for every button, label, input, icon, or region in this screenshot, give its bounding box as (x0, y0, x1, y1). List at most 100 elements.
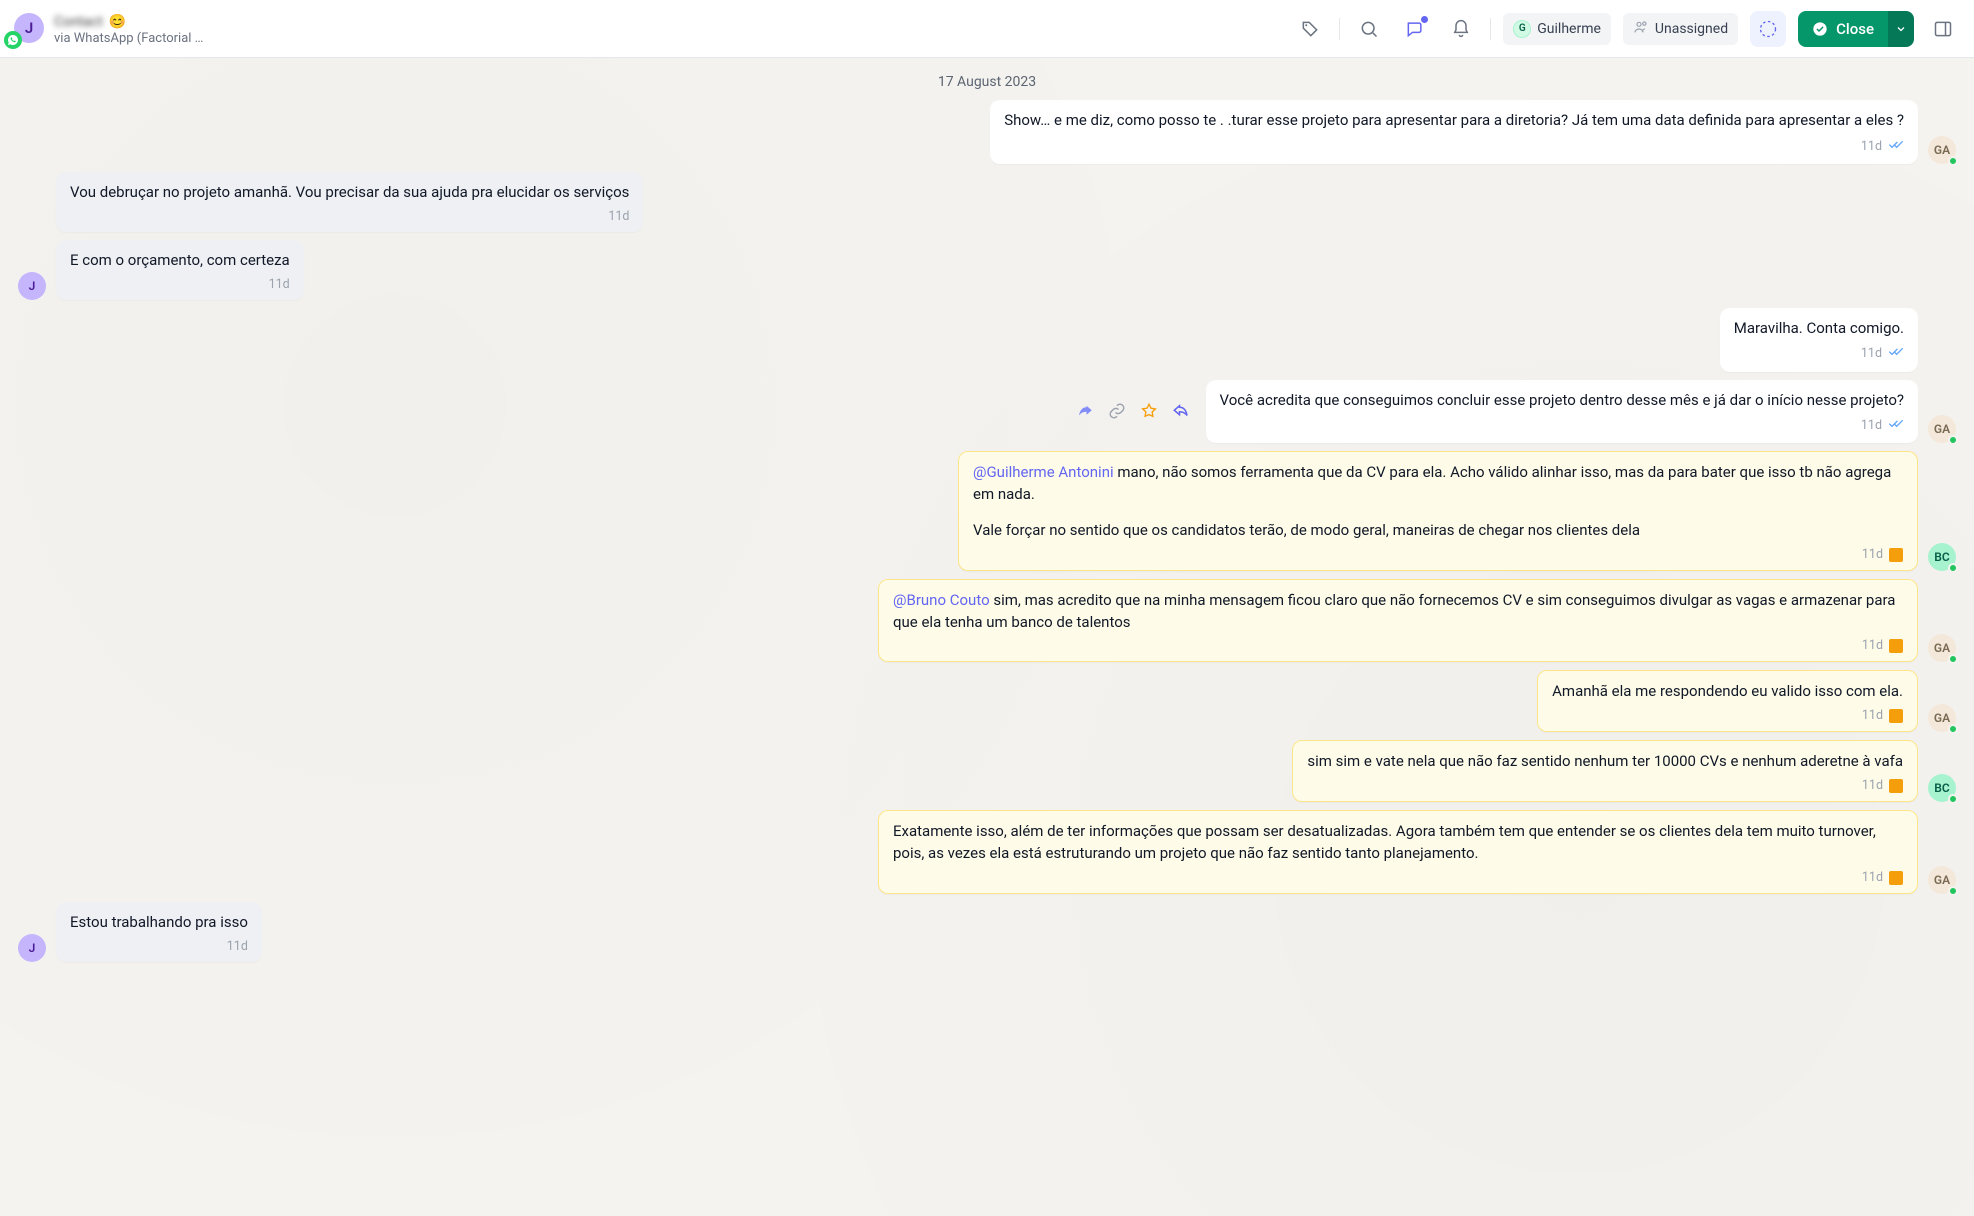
message-text: E com o orçamento, com certeza (70, 251, 290, 269)
message-row: J Estou trabalhando pra isso 11d (18, 902, 1956, 962)
tag-icon[interactable] (1293, 12, 1327, 46)
toggle-sidebar-icon[interactable] (1926, 12, 1960, 46)
reply-icon[interactable] (1172, 402, 1190, 420)
message-time: 11d (269, 276, 290, 294)
presence-dot (1948, 156, 1958, 166)
message-bubble-note[interactable]: Amanhã ela me respondendo eu valido isso… (1537, 670, 1918, 732)
team-name: Unassigned (1655, 21, 1728, 37)
copy-link-icon[interactable] (1108, 402, 1126, 420)
note-icon (1889, 871, 1903, 885)
contact-avatar-initial: J (25, 19, 33, 37)
sender-avatar[interactable]: GA (1928, 634, 1956, 662)
message-time: 11d (1861, 138, 1882, 156)
note-icon (1889, 639, 1903, 653)
forward-icon[interactable] (1076, 402, 1094, 420)
ai-assist-button[interactable] (1750, 11, 1786, 47)
mention[interactable]: @Bruno Couto (893, 591, 990, 609)
contact-avatar[interactable]: J (14, 13, 44, 43)
message-bubble-incoming[interactable]: Vou debruçar no projeto amanhã. Vou prec… (56, 172, 643, 232)
sender-avatar[interactable]: GA (1928, 136, 1956, 164)
message-row: @Bruno Couto sim, mas acredito que na mi… (18, 579, 1956, 663)
message-time: 11d (1862, 637, 1883, 655)
message-text: Vale forçar no sentido que os candidatos… (973, 520, 1903, 542)
sender-avatar[interactable]: GA (1928, 415, 1956, 443)
contact-emoji: 😊 (109, 14, 126, 30)
message-time: 11d (1862, 777, 1883, 795)
message-bubble-outgoing[interactable]: Maravilha. Conta comigo. 11d (1720, 308, 1918, 372)
presence-dot (1948, 563, 1958, 573)
search-icon[interactable] (1352, 12, 1386, 46)
conversation-header: J Contact 😊 via WhatsApp (Factorial … (0, 0, 1974, 58)
sender-avatar[interactable]: BC (1928, 543, 1956, 571)
message-bubble-outgoing[interactable]: Show… e me diz, como posso te . .turar e… (990, 100, 1918, 164)
message-time: 11d (1861, 345, 1882, 363)
message-row: Vou debruçar no projeto amanhã. Vou prec… (18, 172, 1956, 232)
message-bubble-note[interactable]: @Bruno Couto sim, mas acredito que na mi… (878, 579, 1918, 663)
message-text: Show… e me diz, como posso te . .turar e… (1004, 111, 1904, 129)
date-separator: 17 August 2023 (18, 74, 1956, 90)
message-text: Vou debruçar no projeto amanhã. Vou prec… (70, 183, 629, 201)
message-bubble-note[interactable]: @Guilherme Antonini mano, não somos ferr… (958, 451, 1918, 570)
read-receipt-icon (1888, 415, 1904, 437)
sender-avatar[interactable]: GA (1928, 704, 1956, 732)
message-bubble-incoming[interactable]: Estou trabalhando pra isso 11d (56, 902, 262, 962)
note-icon (1889, 709, 1903, 723)
message-text: Maravilha. Conta comigo. (1734, 319, 1904, 337)
header-right: G Guilherme Unassigned Close (1293, 11, 1960, 47)
snooze-icon[interactable] (1444, 12, 1478, 46)
message-bubble-outgoing[interactable]: Você acredita que conseguimos concluir e… (1206, 380, 1918, 444)
divider (1339, 18, 1340, 40)
contact-meta: Contact 😊 via WhatsApp (Factorial … (54, 11, 203, 46)
message-text: Estou trabalhando pra isso (70, 913, 248, 931)
message-row: @Guilherme Antonini mano, não somos ferr… (18, 451, 1956, 570)
assignee-pill[interactable]: G Guilherme (1503, 13, 1611, 45)
message-bubble-note[interactable]: sim sim e vate nela que não faz sentido … (1292, 740, 1918, 802)
sender-avatar[interactable]: J (18, 934, 46, 962)
assignee-name: Guilherme (1537, 21, 1601, 37)
message-text: sim sim e vate nela que não faz sentido … (1307, 752, 1903, 770)
presence-dot (1948, 654, 1958, 664)
check-circle-icon (1812, 21, 1828, 37)
message-bubble-incoming[interactable]: E com o orçamento, com certeza 11d (56, 240, 304, 300)
sender-avatar[interactable]: J (18, 272, 46, 300)
sender-avatar[interactable]: GA (1928, 866, 1956, 894)
header-left: J Contact 😊 via WhatsApp (Factorial … (14, 11, 203, 46)
assignee-avatar: G (1513, 20, 1531, 38)
message-row: J E com o orçamento, com certeza 11d (18, 240, 1956, 300)
read-receipt-icon (1888, 343, 1904, 365)
team-pill[interactable]: Unassigned (1623, 13, 1738, 45)
close-button-label: Close (1836, 20, 1874, 38)
message-row: sim sim e vate nela que não faz sentido … (18, 740, 1956, 802)
message-time: 11d (1862, 546, 1883, 564)
message-row: Amanhã ela me respondendo eu valido isso… (18, 670, 1956, 732)
whatsapp-icon (4, 31, 22, 49)
new-note-icon[interactable] (1398, 12, 1432, 46)
chevron-down-icon (1895, 23, 1907, 35)
presence-dot (1948, 435, 1958, 445)
message-time: 11d (227, 938, 248, 956)
close-dropdown-caret[interactable] (1888, 11, 1914, 47)
message-row: Show… e me diz, como posso te . .turar e… (18, 100, 1956, 164)
message-row: Maravilha. Conta comigo. 11d (18, 308, 1956, 372)
note-icon (1889, 779, 1903, 793)
message-text: Amanhã ela me respondendo eu valido isso… (1552, 682, 1903, 700)
note-icon (1889, 548, 1903, 562)
conversation-thread[interactable]: 17 August 2023 Show… e me diz, como poss… (0, 58, 1974, 1216)
mention[interactable]: @Guilherme Antonini (973, 463, 1114, 481)
presence-dot (1948, 794, 1958, 804)
message-time: 11d (1862, 869, 1883, 887)
message-time: 11d (1862, 707, 1883, 725)
message-text: Exatamente isso, além de ter informações… (893, 822, 1876, 862)
contact-name: Contact (54, 14, 103, 30)
team-unassigned-icon (1633, 19, 1649, 39)
divider (1490, 18, 1491, 40)
message-time: 11d (608, 208, 629, 226)
star-icon[interactable] (1140, 402, 1158, 420)
close-conversation-button[interactable]: Close (1798, 11, 1914, 47)
message-text: sim, mas acredito que na minha mensagem … (893, 591, 1895, 631)
read-receipt-icon (1888, 136, 1904, 158)
message-bubble-note[interactable]: Exatamente isso, além de ter informações… (878, 810, 1918, 894)
message-text: Você acredita que conseguimos concluir e… (1220, 391, 1904, 409)
message-row: Você acredita que conseguimos concluir e… (18, 380, 1956, 444)
sender-avatar[interactable]: BC (1928, 774, 1956, 802)
